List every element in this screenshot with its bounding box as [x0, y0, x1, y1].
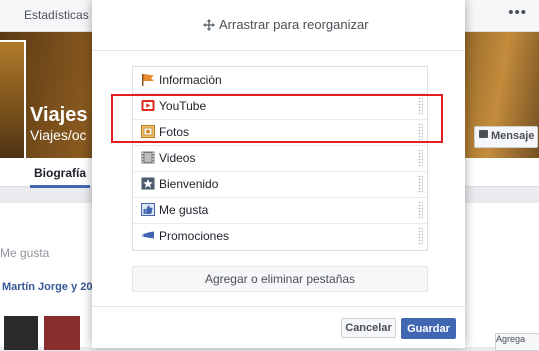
tab-item-me-gusta[interactable]: Me gusta — [133, 197, 427, 224]
add-remove-tabs-button[interactable]: Agregar o eliminar pestañas — [132, 266, 428, 292]
info-flag-icon — [142, 74, 154, 86]
cancel-button[interactable]: Cancelar — [341, 318, 396, 338]
megaphone-icon — [142, 231, 154, 239]
right-column-card — [465, 203, 539, 347]
page-name[interactable]: Viajes — [30, 104, 87, 127]
like-thumb-icon — [141, 203, 155, 216]
video-film-icon — [141, 151, 155, 164]
tab-item-videos[interactable]: Videos — [133, 145, 427, 172]
tab-biografia[interactable]: Biografía — [34, 166, 86, 180]
friends-link[interactable]: Martín Jorge y 20 p — [2, 281, 102, 293]
friend-avatar[interactable] — [44, 316, 80, 350]
dialog-header: Arrastrar para reorganizar — [92, 0, 465, 51]
drag-handle[interactable] — [418, 175, 423, 193]
tab-item-informacion[interactable]: Información — [133, 67, 427, 94]
likes-label: Me gusta — [0, 246, 50, 260]
page-category: Viajes/oc — [30, 127, 87, 143]
message-icon — [479, 130, 488, 138]
tab-item-bienvenido[interactable]: Bienvenido — [133, 171, 427, 198]
active-tab-indicator — [30, 185, 90, 188]
tab-label: Me gusta — [159, 203, 209, 217]
message-button-label: Mensaje — [491, 130, 535, 142]
tab-label: Promociones — [159, 229, 230, 243]
tab-label: Videos — [159, 151, 196, 165]
add-remove-tabs-label: Agregar o eliminar pestañas — [204, 272, 356, 286]
dialog-title: Arrastrar para reorganizar — [219, 17, 369, 32]
reorder-tabs-dialog: Arrastrar para reorganizar Información Y… — [92, 0, 465, 348]
stats-tab[interactable]: Estadísticas — [24, 8, 89, 22]
tab-label: Bienvenido — [159, 177, 219, 191]
friend-avatar[interactable] — [4, 316, 38, 350]
more-options-icon[interactable]: ••• — [508, 4, 527, 21]
star-icon — [141, 177, 155, 190]
move-arrows-icon — [203, 19, 215, 31]
highlight-annotation — [111, 94, 443, 143]
drag-handle[interactable] — [418, 227, 423, 245]
message-button[interactable]: Mensaje — [474, 126, 538, 148]
add-button[interactable]: Agrega — [495, 333, 539, 351]
drag-handle[interactable] — [418, 149, 423, 167]
save-button[interactable]: Guardar — [401, 318, 456, 339]
drag-handle[interactable] — [418, 201, 423, 219]
tab-item-promociones[interactable]: Promociones — [133, 223, 427, 249]
tab-label: Información — [159, 73, 222, 87]
dialog-footer: Cancelar Guardar — [92, 306, 465, 348]
